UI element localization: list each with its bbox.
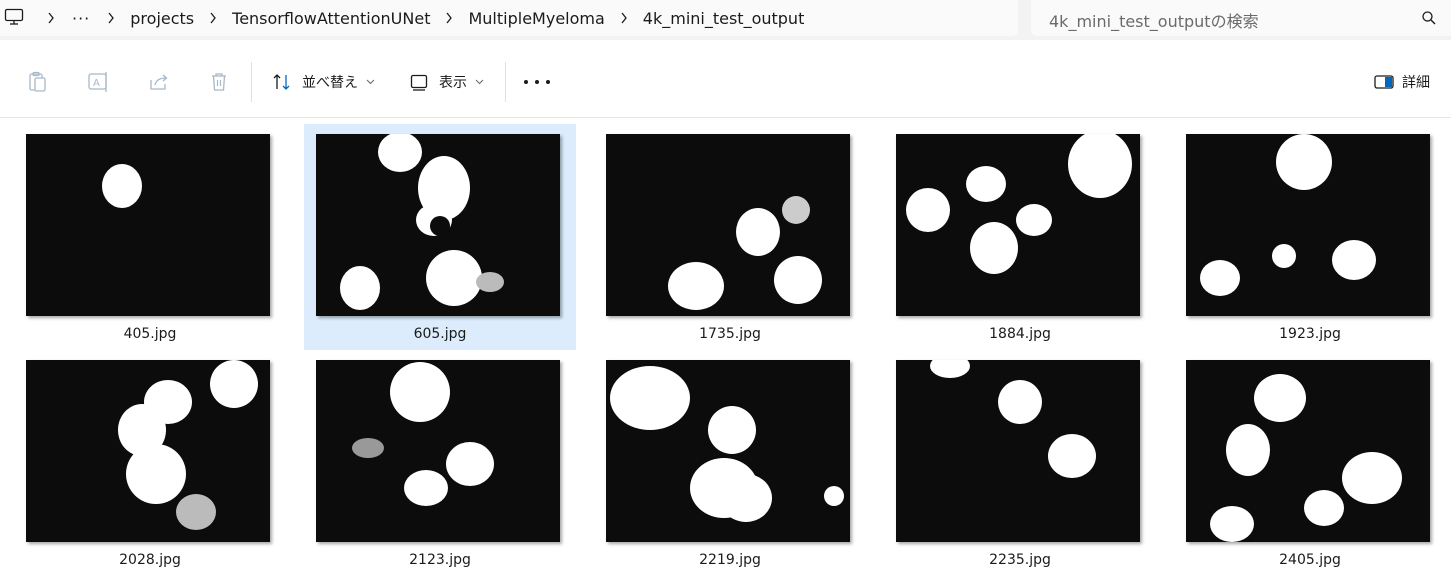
file-name: 2028.jpg: [119, 552, 181, 568]
sort-icon: [273, 74, 290, 90]
search-input[interactable]: 4k_mini_test_outputの検索: [1031, 0, 1451, 36]
breadcrumb-item-tensorflowattentionunet[interactable]: TensorflowAttentionUNet: [230, 9, 432, 28]
file-item[interactable]: 2235.jpg: [884, 350, 1156, 576]
address-bar[interactable]: ··· projects TensorflowAttentionUNet Mul…: [0, 0, 1018, 36]
chevron-right-icon[interactable]: [104, 11, 118, 25]
file-name: 1884.jpg: [989, 326, 1051, 342]
file-name: 2405.jpg: [1279, 552, 1341, 568]
share-icon[interactable]: [147, 70, 171, 94]
breadcrumb-item-projects[interactable]: projects: [128, 9, 196, 28]
search-icon[interactable]: [1421, 10, 1437, 26]
command-bar: A 並べ替え 表示 詳細: [0, 46, 1451, 118]
file-item[interactable]: 405.jpg: [14, 124, 286, 350]
image-thumbnail: [26, 134, 270, 316]
svg-text:A: A: [93, 78, 100, 89]
view-button[interactable]: 表示: [409, 68, 494, 96]
paste-icon[interactable]: [26, 70, 50, 94]
toolbar-divider: [505, 62, 506, 102]
file-name: 2235.jpg: [989, 552, 1051, 568]
breadcrumb-item-multiplemyeloma[interactable]: MultipleMyeloma: [466, 9, 606, 28]
sort-label: 並べ替え: [302, 75, 358, 91]
more-dot: [535, 80, 539, 84]
more-dot: [546, 80, 550, 84]
breadcrumb: ··· projects TensorflowAttentionUNet Mul…: [34, 0, 806, 36]
chevron-right-icon[interactable]: [206, 11, 220, 25]
chevron-down-icon: [366, 79, 375, 85]
address-bar-row: ··· projects TensorflowAttentionUNet Mul…: [0, 0, 1451, 40]
more-dot: [524, 80, 528, 84]
breadcrumb-overflow[interactable]: ···: [68, 9, 94, 28]
image-thumbnail: [606, 134, 850, 316]
details-pane-icon: [1374, 75, 1394, 89]
rename-icon[interactable]: A: [87, 70, 111, 94]
toolbar-divider: [251, 62, 252, 102]
file-item[interactable]: 1884.jpg: [884, 124, 1156, 350]
see-more-button[interactable]: [524, 70, 550, 94]
view-label: 表示: [439, 75, 467, 91]
file-item[interactable]: 2405.jpg: [1174, 350, 1446, 576]
delete-icon[interactable]: [207, 70, 231, 94]
image-thumbnail: [26, 360, 270, 542]
image-thumbnail: [606, 360, 850, 542]
image-thumbnail: [316, 360, 560, 542]
file-item[interactable]: 1923.jpg: [1174, 124, 1446, 350]
chevron-down-icon: [475, 79, 484, 85]
image-thumbnail: [896, 134, 1140, 316]
sort-button[interactable]: 並べ替え: [272, 68, 385, 96]
file-item[interactable]: 2219.jpg: [594, 350, 866, 576]
chevron-right-icon[interactable]: [617, 11, 631, 25]
image-thumbnail: [896, 360, 1140, 542]
search-placeholder: 4k_mini_test_outputの検索: [1049, 12, 1259, 31]
image-thumbnail: [1186, 360, 1430, 542]
breadcrumb-item-current-folder[interactable]: 4k_mini_test_output: [641, 9, 807, 28]
view-icon: [410, 74, 428, 91]
image-thumbnail: [316, 134, 560, 316]
chevron-right-icon[interactable]: [44, 11, 58, 25]
file-item[interactable]: 605.jpg: [304, 124, 576, 350]
this-pc-icon[interactable]: [4, 8, 24, 26]
chevron-right-icon[interactable]: [442, 11, 456, 25]
file-name: 405.jpg: [123, 326, 177, 342]
details-label: 詳細: [1402, 75, 1430, 91]
file-item[interactable]: 2123.jpg: [304, 350, 576, 576]
details-pane-button[interactable]: 詳細: [1374, 70, 1430, 94]
file-name: 2123.jpg: [409, 552, 471, 568]
file-item[interactable]: 2028.jpg: [14, 350, 286, 576]
image-thumbnail: [1186, 134, 1430, 316]
file-name: 1735.jpg: [699, 326, 761, 342]
file-name: 1923.jpg: [1279, 326, 1341, 342]
file-grid: 405.jpg 605.jpg 1735.jpg 1884.jpg 1923.j…: [0, 119, 1451, 588]
file-name: 2219.jpg: [699, 552, 761, 568]
file-item[interactable]: 1735.jpg: [594, 124, 866, 350]
file-name: 605.jpg: [413, 326, 467, 342]
